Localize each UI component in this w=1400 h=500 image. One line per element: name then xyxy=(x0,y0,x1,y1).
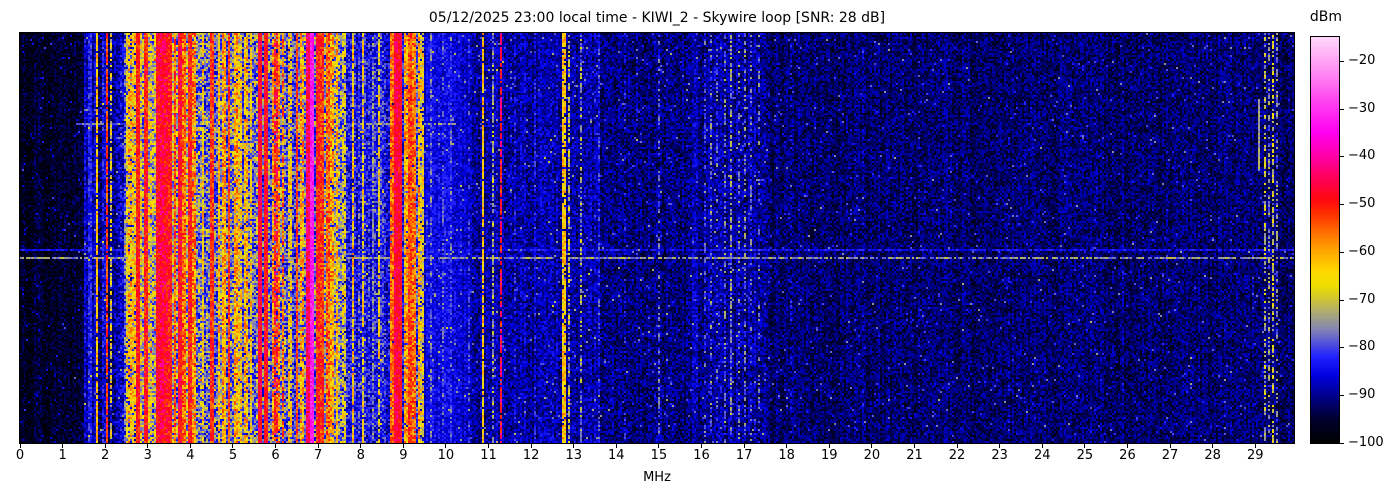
chart-title: 05/12/2025 23:00 local time - KIWI_2 - S… xyxy=(428,10,886,26)
x-tick-label: 1 xyxy=(58,448,67,463)
colorbar-tick-mark xyxy=(1340,347,1344,348)
spectrogram-plot[interactable] xyxy=(19,32,1295,444)
x-tick-label: 19 xyxy=(821,448,838,463)
x-tick-label: 24 xyxy=(1033,448,1051,463)
x-tick-label: 13 xyxy=(565,448,582,463)
colorbar-tick-label: −70 xyxy=(1348,292,1376,307)
x-axis-label: MHz xyxy=(643,470,671,485)
x-tick-label: 5 xyxy=(228,448,238,463)
x-tick-label: 23 xyxy=(991,448,1008,463)
x-tick-label: 4 xyxy=(186,448,195,463)
colorbar-tick-mark xyxy=(1340,300,1344,301)
x-tick-label: 16 xyxy=(693,448,710,463)
x-tick-label: 3 xyxy=(143,448,152,463)
x-tick-label: 2 xyxy=(101,448,110,463)
x-tick-label: 7 xyxy=(314,448,323,463)
colorbar-tick-label: −40 xyxy=(1348,148,1376,163)
colorbar-tick-label: −100 xyxy=(1348,435,1384,450)
colorbar-tick-label: −30 xyxy=(1348,101,1376,116)
x-tick-label: 25 xyxy=(1076,448,1094,463)
colorbar-tick-label: −20 xyxy=(1348,53,1376,68)
colorbar-tick-mark xyxy=(1340,443,1344,444)
colorbar-tick-label: −90 xyxy=(1348,387,1376,402)
x-tick-label: 26 xyxy=(1119,448,1136,463)
x-tick-label: 21 xyxy=(906,448,923,463)
x-tick-label: 20 xyxy=(863,448,881,463)
x-tick-label: 28 xyxy=(1204,448,1221,463)
x-tick-label: 12 xyxy=(522,448,540,463)
colorbar-tick-mark xyxy=(1340,252,1344,253)
x-tick-label: 18 xyxy=(778,448,795,463)
x-tick-label: 17 xyxy=(735,448,753,463)
x-tick-label: 11 xyxy=(480,448,497,463)
x-tick-label: 8 xyxy=(356,448,365,463)
x-tick-label: 29 xyxy=(1246,448,1264,463)
x-tick-label: 15 xyxy=(650,448,668,463)
colorbar-tick-mark xyxy=(1340,204,1344,205)
colorbar-tick-mark xyxy=(1340,395,1344,396)
colorbar-tick-mark xyxy=(1340,156,1344,157)
x-tick-label: 0 xyxy=(15,448,25,463)
x-tick-label: 27 xyxy=(1161,448,1179,463)
waterfall-figure: 05/12/2025 23:00 local time - KIWI_2 - S… xyxy=(0,0,1400,500)
colorbar-tick-mark xyxy=(1340,109,1344,110)
waterfall-canvas[interactable] xyxy=(20,33,1294,443)
colorbar-tick-mark xyxy=(1340,61,1344,62)
colorbar-tick-label: −50 xyxy=(1348,196,1376,211)
x-tick-label: 9 xyxy=(399,448,408,463)
colorbar-tick-label: −60 xyxy=(1348,244,1376,259)
x-tick-label: 22 xyxy=(948,448,966,463)
colorbar-unit-label: dBm xyxy=(1309,9,1343,25)
colorbar-gradient-canvas xyxy=(1311,37,1339,443)
x-tick-label: 14 xyxy=(608,448,625,463)
colorbar xyxy=(1310,36,1340,444)
x-tick-label: 10 xyxy=(437,448,455,463)
x-tick-label: 6 xyxy=(271,448,280,463)
colorbar-tick-label: −80 xyxy=(1348,339,1376,354)
